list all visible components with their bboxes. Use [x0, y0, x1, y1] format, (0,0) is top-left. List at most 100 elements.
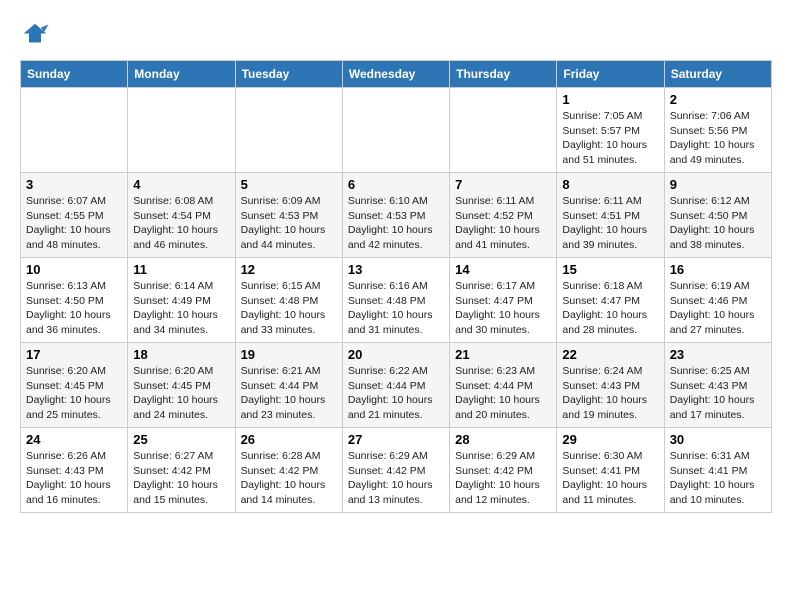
calendar-cell: 23Sunrise: 6:25 AM Sunset: 4:43 PM Dayli…: [664, 343, 771, 428]
calendar-cell: 12 Sunrise: 6:15 AM Sunset: 4:48 PM Dayli…: [235, 258, 342, 343]
logo-icon: [20, 20, 50, 50]
day-info: Sunrise: 6:29 AM Sunset: 4:42 PM Dayligh…: [455, 449, 551, 508]
day-number: 10: [26, 262, 122, 277]
calendar-cell: 13 Sunrise: 6:16 AM Sunset: 4:48 PM Dayli…: [342, 258, 449, 343]
weekday-header: Tuesday: [235, 61, 342, 88]
calendar-cell: 8Sunrise: 6:11 AM Sunset: 4:51 PM Daylig…: [557, 173, 664, 258]
day-info: Sunrise: 6:22 AM Sunset: 4:44 PM Dayligh…: [348, 364, 444, 423]
calendar-cell: 30 Sunrise: 6:31 AM Sunset: 4:41 PM Dayli…: [664, 428, 771, 513]
day-number: 12: [241, 262, 337, 277]
calendar-cell: 4 Sunrise: 6:08 AM Sunset: 4:54 PM Daylig…: [128, 173, 235, 258]
day-info: Sunrise: 6:28 AM Sunset: 4:42 PM Dayligh…: [241, 449, 337, 508]
calendar-cell: [450, 88, 557, 173]
day-info: Sunrise: 6:08 AM Sunset: 4:54 PM Dayligh…: [133, 194, 229, 253]
day-number: 29: [562, 432, 658, 447]
page-header: [20, 20, 772, 50]
calendar-cell: 3 Sunrise: 6:07 AM Sunset: 4:55 PM Daylig…: [21, 173, 128, 258]
calendar-cell: 9 Sunrise: 6:12 AM Sunset: 4:50 PM Daylig…: [664, 173, 771, 258]
calendar-cell: 17Sunrise: 6:20 AM Sunset: 4:45 PM Dayli…: [21, 343, 128, 428]
weekday-header: Thursday: [450, 61, 557, 88]
weekday-header: Friday: [557, 61, 664, 88]
day-info: Sunrise: 6:31 AM Sunset: 4:41 PM Dayligh…: [670, 449, 766, 508]
day-number: 9: [670, 177, 766, 192]
calendar-header-row: SundayMondayTuesdayWednesdayThursdayFrid…: [21, 61, 772, 88]
calendar-cell: 5 Sunrise: 6:09 AM Sunset: 4:53 PM Daylig…: [235, 173, 342, 258]
calendar-cell: 25 Sunrise: 6:27 AM Sunset: 4:42 PM Dayli…: [128, 428, 235, 513]
day-info: Sunrise: 7:06 AM Sunset: 5:56 PM Dayligh…: [670, 109, 766, 168]
weekday-header: Monday: [128, 61, 235, 88]
day-info: Sunrise: 6:07 AM Sunset: 4:55 PM Dayligh…: [26, 194, 122, 253]
day-number: 30: [670, 432, 766, 447]
calendar-cell: 2 Sunrise: 7:06 AM Sunset: 5:56 PM Daylig…: [664, 88, 771, 173]
day-info: Sunrise: 6:13 AM Sunset: 4:50 PM Dayligh…: [26, 279, 122, 338]
day-number: 18: [133, 347, 229, 362]
day-number: 22: [562, 347, 658, 362]
calendar-cell: 16Sunrise: 6:19 AM Sunset: 4:46 PM Dayli…: [664, 258, 771, 343]
calendar-cell: [21, 88, 128, 173]
calendar-week-row: 10 Sunrise: 6:13 AM Sunset: 4:50 PM Dayli…: [21, 258, 772, 343]
calendar-cell: 7 Sunrise: 6:11 AM Sunset: 4:52 PM Daylig…: [450, 173, 557, 258]
day-info: Sunrise: 6:30 AM Sunset: 4:41 PM Dayligh…: [562, 449, 658, 508]
weekday-header: Wednesday: [342, 61, 449, 88]
day-number: 13: [348, 262, 444, 277]
calendar-table: SundayMondayTuesdayWednesdayThursdayFrid…: [20, 60, 772, 513]
calendar-cell: 11 Sunrise: 6:14 AM Sunset: 4:49 PM Dayli…: [128, 258, 235, 343]
day-info: Sunrise: 6:11 AM Sunset: 4:51 PM Dayligh…: [562, 194, 658, 253]
calendar-cell: 19 Sunrise: 6:21 AM Sunset: 4:44 PM Dayli…: [235, 343, 342, 428]
day-info: Sunrise: 6:10 AM Sunset: 4:53 PM Dayligh…: [348, 194, 444, 253]
calendar-cell: 1 Sunrise: 7:05 AM Sunset: 5:57 PM Daylig…: [557, 88, 664, 173]
calendar-cell: 6Sunrise: 6:10 AM Sunset: 4:53 PM Daylig…: [342, 173, 449, 258]
day-info: Sunrise: 6:14 AM Sunset: 4:49 PM Dayligh…: [133, 279, 229, 338]
day-number: 25: [133, 432, 229, 447]
day-info: Sunrise: 6:29 AM Sunset: 4:42 PM Dayligh…: [348, 449, 444, 508]
calendar-cell: 22 Sunrise: 6:24 AM Sunset: 4:43 PM Dayli…: [557, 343, 664, 428]
calendar-cell: 26 Sunrise: 6:28 AM Sunset: 4:42 PM Dayli…: [235, 428, 342, 513]
day-number: 28: [455, 432, 551, 447]
calendar-week-row: 1 Sunrise: 7:05 AM Sunset: 5:57 PM Daylig…: [21, 88, 772, 173]
day-number: 3: [26, 177, 122, 192]
day-number: 2: [670, 92, 766, 107]
day-number: 21: [455, 347, 551, 362]
day-info: Sunrise: 6:21 AM Sunset: 4:44 PM Dayligh…: [241, 364, 337, 423]
day-number: 19: [241, 347, 337, 362]
day-number: 4: [133, 177, 229, 192]
day-info: Sunrise: 6:12 AM Sunset: 4:50 PM Dayligh…: [670, 194, 766, 253]
calendar-cell: 27 Sunrise: 6:29 AM Sunset: 4:42 PM Dayli…: [342, 428, 449, 513]
calendar-cell: 15 Sunrise: 6:18 AM Sunset: 4:47 PM Dayli…: [557, 258, 664, 343]
calendar-cell: 18 Sunrise: 6:20 AM Sunset: 4:45 PM Dayli…: [128, 343, 235, 428]
calendar-week-row: 24Sunrise: 6:26 AM Sunset: 4:43 PM Dayli…: [21, 428, 772, 513]
day-info: Sunrise: 6:17 AM Sunset: 4:47 PM Dayligh…: [455, 279, 551, 338]
day-number: 16: [670, 262, 766, 277]
day-info: Sunrise: 6:23 AM Sunset: 4:44 PM Dayligh…: [455, 364, 551, 423]
day-number: 15: [562, 262, 658, 277]
day-number: 27: [348, 432, 444, 447]
day-info: Sunrise: 6:20 AM Sunset: 4:45 PM Dayligh…: [133, 364, 229, 423]
day-info: Sunrise: 6:18 AM Sunset: 4:47 PM Dayligh…: [562, 279, 658, 338]
day-number: 17: [26, 347, 122, 362]
calendar-cell: [342, 88, 449, 173]
day-number: 5: [241, 177, 337, 192]
day-info: Sunrise: 6:15 AM Sunset: 4:48 PM Dayligh…: [241, 279, 337, 338]
calendar-cell: [128, 88, 235, 173]
calendar-cell: 28 Sunrise: 6:29 AM Sunset: 4:42 PM Dayli…: [450, 428, 557, 513]
day-info: Sunrise: 6:24 AM Sunset: 4:43 PM Dayligh…: [562, 364, 658, 423]
day-number: 14: [455, 262, 551, 277]
logo: [20, 20, 54, 50]
day-number: 26: [241, 432, 337, 447]
calendar-week-row: 17 Sunrise: 6:20 AM Sunset: 4:45 PM Dayli…: [21, 343, 772, 428]
day-info: Sunrise: 7:05 AM Sunset: 5:57 PM Dayligh…: [562, 109, 658, 168]
day-number: 11: [133, 262, 229, 277]
day-number: 7: [455, 177, 551, 192]
calendar-cell: 21 Sunrise: 6:23 AM Sunset: 4:44 PM Dayli…: [450, 343, 557, 428]
day-info: Sunrise: 6:27 AM Sunset: 4:42 PM Dayligh…: [133, 449, 229, 508]
day-number: 1: [562, 92, 658, 107]
day-info: Sunrise: 6:09 AM Sunset: 4:53 PM Dayligh…: [241, 194, 337, 253]
weekday-header: Saturday: [664, 61, 771, 88]
day-info: Sunrise: 6:16 AM Sunset: 4:48 PM Dayligh…: [348, 279, 444, 338]
day-info: Sunrise: 6:11 AM Sunset: 4:52 PM Dayligh…: [455, 194, 551, 253]
calendar-cell: 10 Sunrise: 6:13 AM Sunset: 4:50 PM Dayli…: [21, 258, 128, 343]
day-info: Sunrise: 6:26 AM Sunset: 4:43 PM Dayligh…: [26, 449, 122, 508]
calendar-cell: 29 Sunrise: 6:30 AM Sunset: 4:41 PM Dayli…: [557, 428, 664, 513]
calendar-cell: 20Sunrise: 6:22 AM Sunset: 4:44 PM Dayli…: [342, 343, 449, 428]
calendar-cell: 24Sunrise: 6:26 AM Sunset: 4:43 PM Dayli…: [21, 428, 128, 513]
